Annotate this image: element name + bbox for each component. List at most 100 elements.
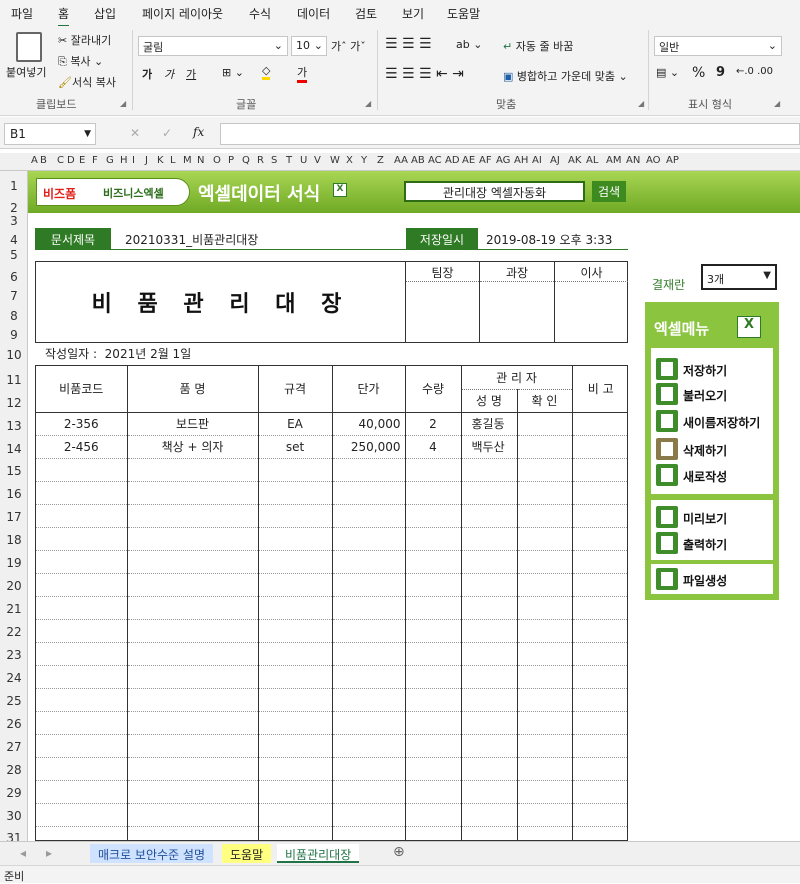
- row-header-21[interactable]: 21: [0, 602, 28, 616]
- cell-price[interactable]: [332, 780, 406, 804]
- column-header-ap[interactable]: AP: [666, 155, 679, 166]
- cell-check[interactable]: [517, 826, 573, 840]
- approval-col-team-lead[interactable]: 팀장: [405, 262, 479, 342]
- column-header-p[interactable]: P: [228, 155, 234, 166]
- cell-note[interactable]: [572, 619, 627, 643]
- cell-note[interactable]: [572, 757, 627, 781]
- cell-code[interactable]: [36, 573, 128, 597]
- cell-code[interactable]: [36, 826, 128, 840]
- cell-name[interactable]: [127, 481, 259, 505]
- cell-price[interactable]: [332, 803, 406, 827]
- cell-qty[interactable]: [405, 665, 462, 689]
- column-header-j[interactable]: J: [145, 155, 148, 166]
- cell-price[interactable]: [332, 665, 406, 689]
- sheet-tab-help[interactable]: 도움말: [222, 844, 272, 863]
- cell-check[interactable]: [517, 734, 573, 758]
- cell-qty[interactable]: 4: [405, 435, 462, 459]
- row-header-28[interactable]: 28: [0, 763, 28, 777]
- cell-check[interactable]: [517, 412, 573, 436]
- font-color-button[interactable]: 가: [297, 64, 308, 83]
- tab-data[interactable]: 데이터: [297, 5, 330, 22]
- row-header-29[interactable]: 29: [0, 786, 28, 800]
- column-header-x[interactable]: X: [346, 155, 353, 166]
- cell-spec[interactable]: [258, 826, 333, 840]
- cell-note[interactable]: [572, 596, 627, 620]
- function-icon[interactable]: fx: [193, 125, 204, 139]
- column-header-b[interactable]: B: [40, 155, 47, 166]
- cell-qty[interactable]: [405, 826, 462, 840]
- row-header-15[interactable]: 15: [0, 464, 28, 478]
- number-dialog-icon[interactable]: ◢: [774, 99, 780, 108]
- cell-price[interactable]: [332, 757, 406, 781]
- cell-mgr[interactable]: [461, 665, 518, 689]
- cell-code[interactable]: 2-356: [36, 412, 128, 436]
- align-top-icon[interactable]: ☰ ☰ ☰: [385, 36, 432, 52]
- cell-spec[interactable]: [258, 642, 333, 666]
- cell-name[interactable]: [127, 504, 259, 528]
- tab-view[interactable]: 보기: [402, 5, 424, 22]
- cell-name[interactable]: 보드판: [127, 412, 259, 436]
- cell-name[interactable]: [127, 596, 259, 620]
- row-header-30[interactable]: 30: [0, 809, 28, 823]
- cell-name[interactable]: [127, 734, 259, 758]
- cell-code[interactable]: [36, 481, 128, 505]
- tab-insert[interactable]: 삽입: [94, 5, 116, 22]
- cell-name[interactable]: [127, 550, 259, 574]
- row-header-1[interactable]: 1: [0, 179, 28, 193]
- align-left-icon[interactable]: ☰ ☰ ☰ ⇤ ⇥: [385, 66, 464, 82]
- cell-code[interactable]: [36, 550, 128, 574]
- column-header-v[interactable]: V: [314, 155, 321, 166]
- row-header-4[interactable]: 4: [0, 233, 28, 247]
- cell-note[interactable]: [572, 527, 627, 551]
- column-header-r[interactable]: R: [257, 155, 264, 166]
- cell-spec[interactable]: [258, 596, 333, 620]
- cell-spec[interactable]: [258, 481, 333, 505]
- tab-page-layout[interactable]: 페이지 레이아웃: [142, 5, 223, 22]
- cell-mgr[interactable]: 백두산: [461, 435, 518, 459]
- paste-icon[interactable]: [16, 32, 42, 62]
- cell-mgr[interactable]: [461, 573, 518, 597]
- cell-code[interactable]: [36, 458, 128, 482]
- cell-qty[interactable]: [405, 481, 462, 505]
- cell-note[interactable]: [572, 711, 627, 735]
- cell-code[interactable]: [36, 619, 128, 643]
- column-header-ae[interactable]: AE: [462, 155, 475, 166]
- cell-code[interactable]: [36, 596, 128, 620]
- copy-button[interactable]: ⎘ 복사 ⌄: [58, 53, 103, 69]
- merge-center-button[interactable]: ▣ 병합하고 가운데 맞춤 ⌄: [503, 68, 628, 84]
- row-header-23[interactable]: 23: [0, 648, 28, 662]
- fill-color-button[interactable]: ◇: [262, 64, 271, 80]
- search-input[interactable]: 관리대장 엑셀자동화: [404, 181, 585, 202]
- cell-check[interactable]: [517, 550, 573, 574]
- cell-mgr[interactable]: [461, 596, 518, 620]
- row-header-6[interactable]: 6: [0, 270, 28, 284]
- cell-price[interactable]: [332, 550, 406, 574]
- cell-check[interactable]: [517, 504, 573, 528]
- cut-button[interactable]: ✂ 잘라내기: [58, 32, 111, 48]
- cell-note[interactable]: [572, 688, 627, 712]
- column-header-aa[interactable]: AA: [394, 155, 408, 166]
- cell-name[interactable]: [127, 688, 259, 712]
- approval-count-select[interactable]: 3개 ▼: [701, 264, 777, 290]
- cell-code[interactable]: [36, 711, 128, 735]
- cell-name[interactable]: [127, 803, 259, 827]
- cell-check[interactable]: [517, 596, 573, 620]
- column-header-ad[interactable]: AD: [445, 155, 460, 166]
- format-painter-button[interactable]: 🖌서식 복사: [58, 74, 116, 90]
- row-header-5[interactable]: 5: [0, 248, 28, 262]
- cell-check[interactable]: [517, 458, 573, 482]
- row-header-25[interactable]: 25: [0, 694, 28, 708]
- wrap-text-button[interactable]: ↵ 자동 줄 바꿈: [503, 38, 573, 54]
- cell-name[interactable]: 책상 + 의자: [127, 435, 259, 459]
- cell-price[interactable]: [332, 596, 406, 620]
- cell-spec[interactable]: [258, 458, 333, 482]
- column-header-t[interactable]: T: [286, 155, 292, 166]
- row-header-9[interactable]: 9: [0, 328, 28, 342]
- column-header-ac[interactable]: AC: [428, 155, 442, 166]
- tab-review[interactable]: 검토: [355, 5, 377, 22]
- sheet-tab-macro[interactable]: 매크로 보안수준 설명: [90, 844, 213, 863]
- cell-name[interactable]: [127, 757, 259, 781]
- cell-mgr[interactable]: [461, 504, 518, 528]
- cancel-icon[interactable]: ✕: [130, 126, 140, 140]
- cell-spec[interactable]: [258, 550, 333, 574]
